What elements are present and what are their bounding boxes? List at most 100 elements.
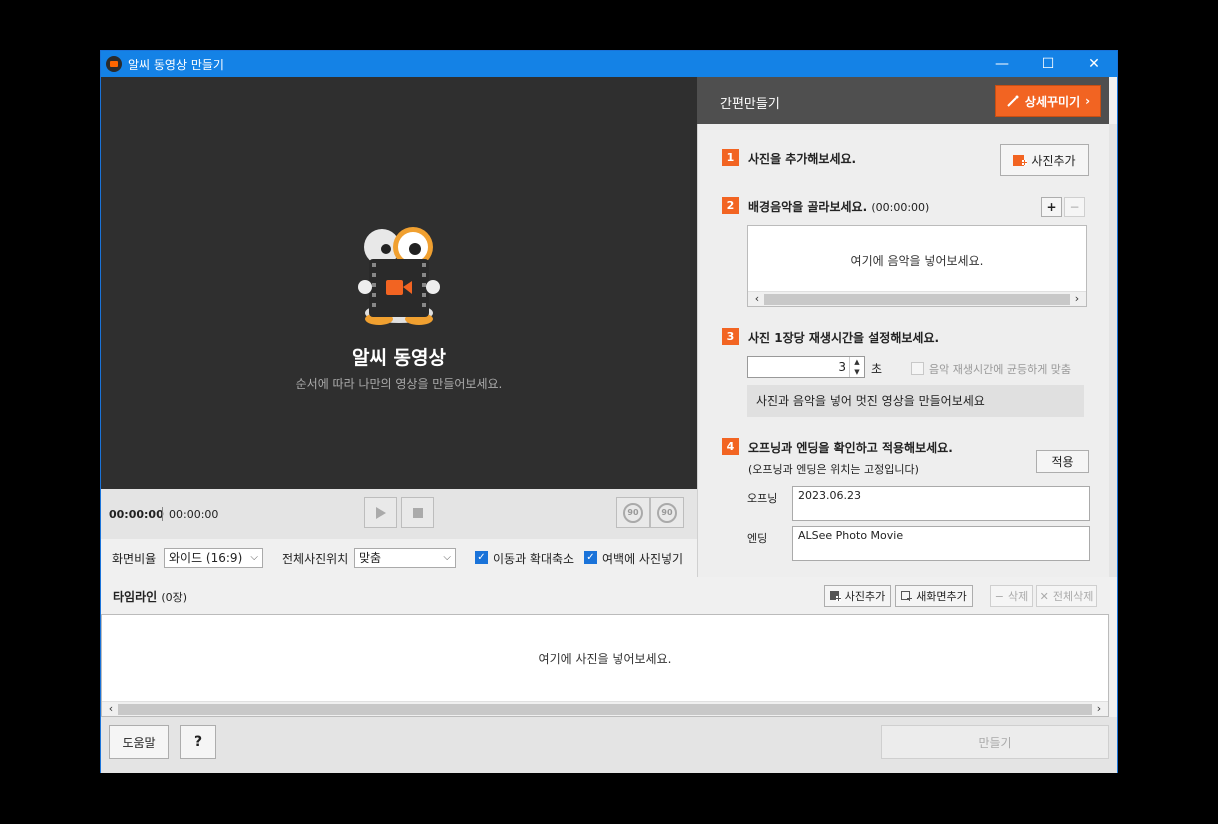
playback-bar: 00:00:00 00:00:00 90 90 xyxy=(101,489,697,539)
add-music-button[interactable]: + xyxy=(1041,197,1062,217)
fit-music-checkbox[interactable]: ✓ xyxy=(911,362,924,375)
footer-bar: 도움말 ? 만들기 xyxy=(101,717,1117,773)
minimize-button[interactable]: — xyxy=(979,51,1025,77)
step2-badge: 2 xyxy=(722,197,739,214)
window-title: 알씨 동영상 만들기 xyxy=(128,57,224,72)
opening-label: 오프닝 xyxy=(747,492,778,505)
ending-field[interactable]: ALSee Photo Movie xyxy=(792,526,1090,561)
fit-music-label: 음악 재생시간에 균등하게 맞춤 xyxy=(929,363,1072,376)
timeline-area[interactable]: 여기에 사진을 넣어보세요. ‹ › xyxy=(101,614,1109,717)
chevron-down-icon: ⌵ xyxy=(443,552,451,563)
music-scrollbar[interactable]: ‹ › xyxy=(748,291,1086,306)
seconds-value: 3 xyxy=(838,360,846,374)
seconds-stepper[interactable]: 3 ▲ ▼ xyxy=(747,356,865,378)
step2-text: 배경음악을 골라보세요. (00:00:00) xyxy=(748,198,929,215)
scroll-thumb[interactable] xyxy=(764,294,1070,305)
play-icon xyxy=(375,506,386,519)
position-value: 맞춤 xyxy=(359,551,382,565)
stepper-arrows-icon[interactable]: ▲ ▼ xyxy=(849,357,864,377)
rotate-left-button[interactable]: 90 xyxy=(616,497,650,528)
panel-scrollbar[interactable] xyxy=(1109,124,1117,577)
apply-button[interactable]: 적용 xyxy=(1036,450,1089,473)
add-photo-icon xyxy=(1013,154,1028,166)
move-zoom-checkbox[interactable]: ✓ xyxy=(475,551,488,564)
timeline-header: 타임라인 (0장) 사진추가 새화면추가 − 삭제 ✕ 전체삭제 xyxy=(101,577,1109,614)
title-bar: 알씨 동영상 만들기 — ☐ ✕ xyxy=(101,51,1117,77)
step2-label: 배경음악을 골라보세요. xyxy=(748,200,868,214)
fill-margin-label: 여백에 사진넣기 xyxy=(602,552,684,566)
step4-note: (오프닝과 엔딩은 위치는 고정입니다) xyxy=(748,463,919,476)
timeline-label: 타임라인 xyxy=(113,590,158,604)
timeline-add-photo-label: 사진추가 xyxy=(844,590,886,603)
aspect-select[interactable]: 와이드 (16:9) ⌵ xyxy=(164,548,263,568)
add-screen-label: 새화면추가 xyxy=(916,590,967,603)
ending-label: 엔딩 xyxy=(747,532,768,545)
detail-edit-label: 상세꾸미기 xyxy=(1024,94,1081,109)
rotate-left-icon: 90 xyxy=(623,502,643,523)
panel-header: 간편만들기 상세꾸미기 › xyxy=(697,77,1109,124)
delete-all-label: 전체삭제 xyxy=(1052,590,1094,603)
app-icon xyxy=(106,56,122,72)
chevron-right-icon: › xyxy=(1085,94,1091,108)
position-label: 전체사진위치 xyxy=(282,552,349,566)
step4-badge: 4 xyxy=(722,438,739,455)
rotate-right-button[interactable]: 90 xyxy=(650,497,684,528)
mascot-logo-icon xyxy=(358,227,440,325)
simple-make-panel: 1 사진을 추가해보세요. 사진추가 2 배경음악을 골라보세요. (00:00… xyxy=(697,124,1109,577)
play-button[interactable] xyxy=(364,497,397,528)
preview-area: 알씨 동영상 순서에 따라 나만의 영상을 만들어보세요. xyxy=(101,77,697,489)
scroll-left-icon[interactable]: ‹ xyxy=(104,702,118,716)
seconds-unit: 초 xyxy=(871,362,883,376)
current-time: 00:00:00 xyxy=(109,508,164,521)
add-screen-button[interactable]: 새화면추가 xyxy=(895,585,973,607)
scroll-left-icon[interactable]: ‹ xyxy=(750,292,764,306)
move-zoom-label: 이동과 확대축소 xyxy=(493,552,575,566)
delete-label: 삭제 xyxy=(1007,590,1029,603)
timeline-placeholder: 여기에 사진을 넣어보세요. xyxy=(538,652,672,666)
delete-button[interactable]: − 삭제 xyxy=(990,585,1033,607)
aspect-value: 와이드 (16:9) xyxy=(169,551,243,565)
rotate-right-icon: 90 xyxy=(657,502,677,523)
position-select[interactable]: 맞춤 ⌵ xyxy=(354,548,456,568)
add-photo-label: 사진추가 xyxy=(1031,153,1076,168)
panel-title: 간편만들기 xyxy=(720,97,780,112)
step4-text: 오프닝과 엔딩을 확인하고 적용해보세요. xyxy=(748,441,953,455)
fill-margin-checkbox[interactable]: ✓ xyxy=(584,551,597,564)
step1-badge: 1 xyxy=(722,149,739,166)
music-list[interactable]: 여기에 음악을 넣어보세요. ‹ › xyxy=(747,225,1087,307)
question-button[interactable]: ? xyxy=(180,725,216,759)
add-photo-button[interactable]: 사진추가 xyxy=(1000,144,1089,176)
minus-icon: − xyxy=(994,589,1004,603)
delete-all-button[interactable]: ✕ 전체삭제 xyxy=(1036,585,1097,607)
make-button[interactable]: 만들기 xyxy=(881,725,1109,759)
music-placeholder: 여기에 음악을 넣어보세요. xyxy=(850,254,984,268)
options-bar: 화면비율 와이드 (16:9) ⌵ 전체사진위치 맞춤 ⌵ ✓ 이동과 확대축소… xyxy=(101,539,697,577)
aspect-label: 화면비율 xyxy=(112,552,157,566)
x-icon: ✕ xyxy=(1039,589,1049,603)
maximize-button[interactable]: ☐ xyxy=(1025,51,1071,77)
total-time: 00:00:00 xyxy=(169,508,219,521)
time-divider xyxy=(162,507,163,521)
step3-badge: 3 xyxy=(722,328,739,345)
scroll-right-icon[interactable]: › xyxy=(1070,292,1084,306)
close-button[interactable]: ✕ xyxy=(1071,51,1117,77)
opening-field[interactable]: 2023.06.23 xyxy=(792,486,1090,521)
stop-icon xyxy=(412,507,423,518)
chevron-down-icon: ⌵ xyxy=(250,552,258,563)
scroll-right-icon[interactable]: › xyxy=(1092,702,1106,716)
timeline-add-photo-button[interactable]: 사진추가 xyxy=(824,585,891,607)
step3-text: 사진 1장당 재생시간을 설정해보세요. xyxy=(748,331,940,345)
add-screen-icon xyxy=(901,590,913,601)
preview-title: 알씨 동영상 xyxy=(351,347,446,369)
stop-button[interactable] xyxy=(401,497,434,528)
step1-text: 사진을 추가해보세요. xyxy=(748,152,857,166)
timeline-title: 타임라인 (0장) xyxy=(113,588,187,605)
add-photo-icon xyxy=(829,590,841,601)
info-message: 사진과 음악을 넣어 멋진 영상을 만들어보세요 xyxy=(747,385,1084,417)
detail-edit-button[interactable]: 상세꾸미기 › xyxy=(995,85,1101,117)
timeline-scrollbar[interactable]: ‹ › xyxy=(102,701,1108,716)
magic-wand-icon xyxy=(1007,95,1019,107)
help-button[interactable]: 도움말 xyxy=(109,725,169,759)
remove-music-button[interactable]: − xyxy=(1064,197,1085,217)
scroll-thumb[interactable] xyxy=(118,704,1092,715)
